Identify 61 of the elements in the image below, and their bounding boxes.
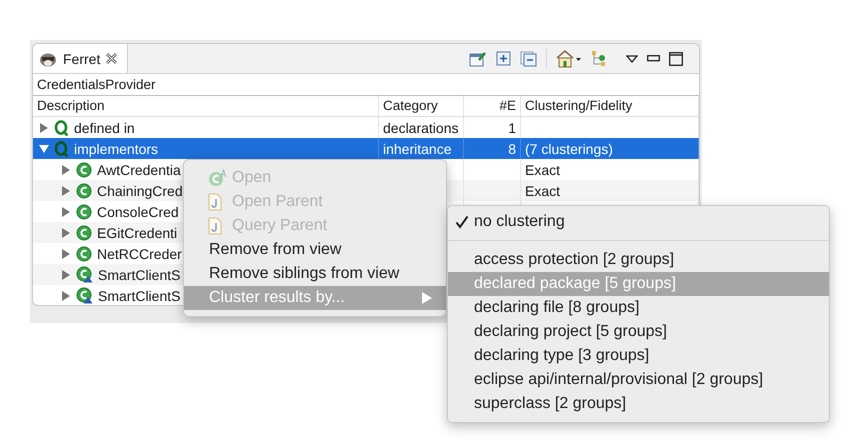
class-icon xyxy=(76,182,92,198)
expander-icon[interactable] xyxy=(39,122,49,132)
java-file-icon xyxy=(208,193,222,211)
class-icon xyxy=(76,224,92,240)
tree-item-label[interactable]: defined in xyxy=(74,120,135,136)
category-cell: inheritance xyxy=(383,140,452,156)
menu-item[interactable]: Remove siblings from view xyxy=(184,262,446,286)
pin-note-icon[interactable] xyxy=(469,50,487,66)
tree-item-label[interactable]: NetRCCreder xyxy=(97,246,182,262)
expander-icon[interactable] xyxy=(61,186,71,196)
count-cell: 8 xyxy=(508,140,516,156)
tree-item-label[interactable]: AwtCredentia xyxy=(97,162,181,178)
tree-item-label[interactable]: ConsoleCred xyxy=(97,204,179,220)
class-icon xyxy=(208,169,228,187)
expander-icon[interactable] xyxy=(61,206,71,216)
collapse-all-icon[interactable] xyxy=(520,50,537,66)
expander-icon[interactable] xyxy=(61,248,71,258)
expand-all-icon[interactable] xyxy=(496,51,511,66)
menu-item[interactable]: no clustering xyxy=(448,210,829,234)
clustering-cell: (7 clusterings) xyxy=(525,140,613,156)
expander-icon[interactable] xyxy=(39,144,49,154)
view-tab[interactable]: Ferret xyxy=(33,44,128,73)
column-header[interactable]: Description xyxy=(33,96,379,116)
home-icon[interactable] xyxy=(556,50,582,68)
ferret-icon xyxy=(39,50,57,66)
java-file-icon xyxy=(208,217,222,235)
clustering-cell: Exact xyxy=(525,182,560,198)
query-icon xyxy=(54,140,69,156)
view-menu-icon[interactable] xyxy=(626,54,638,62)
class-icon xyxy=(76,246,92,262)
tree-item-label[interactable]: ChainingCred xyxy=(97,182,183,198)
expander-icon[interactable] xyxy=(61,270,71,280)
column-header[interactable]: Clustering/Fidelity xyxy=(521,96,699,116)
menu-item[interactable]: declaring file [8 groups] xyxy=(448,296,829,320)
minimize-icon[interactable] xyxy=(647,55,660,62)
column-header[interactable]: Category xyxy=(379,96,464,116)
hierarchy-icon[interactable] xyxy=(591,50,607,67)
close-icon[interactable] xyxy=(106,53,118,64)
category-cell: declarations xyxy=(383,120,458,136)
clustering-cell: Exact xyxy=(525,162,560,178)
menu-item[interactable]: declaring project [5 groups] xyxy=(448,320,829,344)
menu-item[interactable]: eclipse api/internal/provisional [2 groups] xyxy=(448,368,829,392)
breadcrumb-text: CredentialsProvider xyxy=(33,74,699,96)
expander-icon[interactable] xyxy=(61,164,71,174)
tree-item-label[interactable]: EGitCredenti xyxy=(97,224,178,240)
checkmark-icon xyxy=(455,215,469,229)
menu-item[interactable]: Remove from view xyxy=(184,238,446,262)
tree-item-label[interactable]: implementors xyxy=(74,140,158,156)
tree-item-label[interactable]: SmartClientS xyxy=(98,266,180,282)
count-cell: 1 xyxy=(508,120,516,136)
expander-icon[interactable] xyxy=(61,290,71,300)
query-icon xyxy=(54,120,69,136)
menu-item[interactable]: access protection [2 groups] xyxy=(448,248,829,272)
class-icon xyxy=(76,204,92,220)
tree-item-label[interactable]: SmartClientS xyxy=(98,288,180,304)
column-header[interactable]: #E xyxy=(464,96,521,116)
menu-item[interactable]: declaring type [3 groups] xyxy=(448,344,829,368)
class-icon xyxy=(76,162,92,178)
expander-icon[interactable] xyxy=(61,228,71,238)
maximize-icon[interactable] xyxy=(669,52,683,66)
menu-item[interactable]: superclass [2 groups] xyxy=(448,392,829,416)
